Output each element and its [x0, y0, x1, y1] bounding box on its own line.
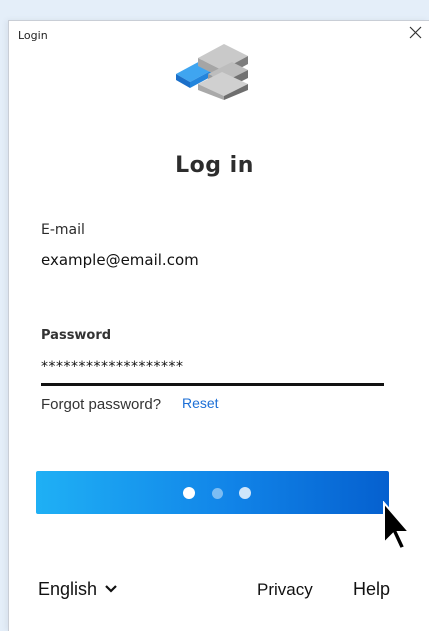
login-window: Login — [8, 20, 429, 631]
password-label: Password — [41, 328, 112, 343]
password-underline — [41, 383, 384, 386]
privacy-link[interactable]: Privacy — [257, 580, 313, 600]
close-icon — [409, 26, 422, 39]
mouse-pointer-icon — [383, 501, 409, 551]
loading-dot — [239, 487, 251, 499]
page-title: Log in — [175, 153, 254, 178]
window-title: Login — [18, 29, 48, 42]
language-selector[interactable]: English — [38, 579, 97, 600]
loading-dot — [183, 487, 195, 499]
login-button[interactable] — [36, 471, 389, 514]
email-field[interactable] — [41, 250, 384, 270]
stacked-blocks-logo-icon — [176, 44, 248, 100]
chevron-down-icon[interactable] — [104, 584, 118, 594]
help-link[interactable]: Help — [353, 579, 390, 600]
reset-password-link[interactable]: Reset — [182, 395, 219, 411]
close-button[interactable] — [401, 21, 429, 47]
password-field[interactable] — [41, 357, 384, 377]
loading-dot — [212, 488, 223, 499]
forgot-password-text: Forgot password? — [41, 396, 162, 413]
email-label: E-mail — [41, 222, 85, 238]
